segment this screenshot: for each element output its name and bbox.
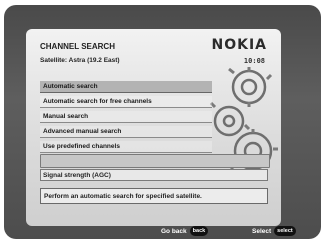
- satellite-label: Satellite: Astra (19.2 East): [40, 57, 120, 64]
- footer-bar: Go back back Select select: [4, 225, 321, 239]
- menu-item-manual-search[interactable]: Manual search: [40, 111, 212, 123]
- brand-logo: NOKIA: [211, 37, 267, 53]
- menu-item-advanced-manual-search[interactable]: Advanced manual search: [40, 126, 212, 138]
- back-label: Go back: [161, 228, 187, 235]
- page-title: CHANNEL SEARCH: [40, 42, 115, 51]
- menu-item-automatic-search[interactable]: Automatic search: [40, 81, 212, 93]
- back-key-icon: back: [189, 226, 209, 237]
- signal-strength-label: Signal strength (AGC): [40, 169, 268, 181]
- gear-icon: [213, 105, 245, 137]
- select-key-icon: select: [274, 226, 296, 237]
- search-menu: Automatic search Automatic search for fr…: [40, 81, 212, 156]
- signal-strength-bar: [40, 154, 270, 168]
- select-hint[interactable]: Select select: [252, 225, 296, 239]
- menu-item-automatic-search-free[interactable]: Automatic search for free channels: [40, 96, 212, 108]
- back-hint[interactable]: Go back back: [161, 225, 209, 239]
- channel-search-panel: CHANNEL SEARCH Satellite: Astra (19.2 Ea…: [26, 29, 281, 226]
- menu-item-predefined-channels[interactable]: Use predefined channels: [40, 141, 212, 153]
- gear-icon: [231, 69, 267, 105]
- select-label: Select: [252, 228, 272, 235]
- help-text: Perform an automatic search for specifie…: [40, 188, 268, 204]
- tv-screen: CHANNEL SEARCH Satellite: Astra (19.2 Ea…: [4, 5, 321, 239]
